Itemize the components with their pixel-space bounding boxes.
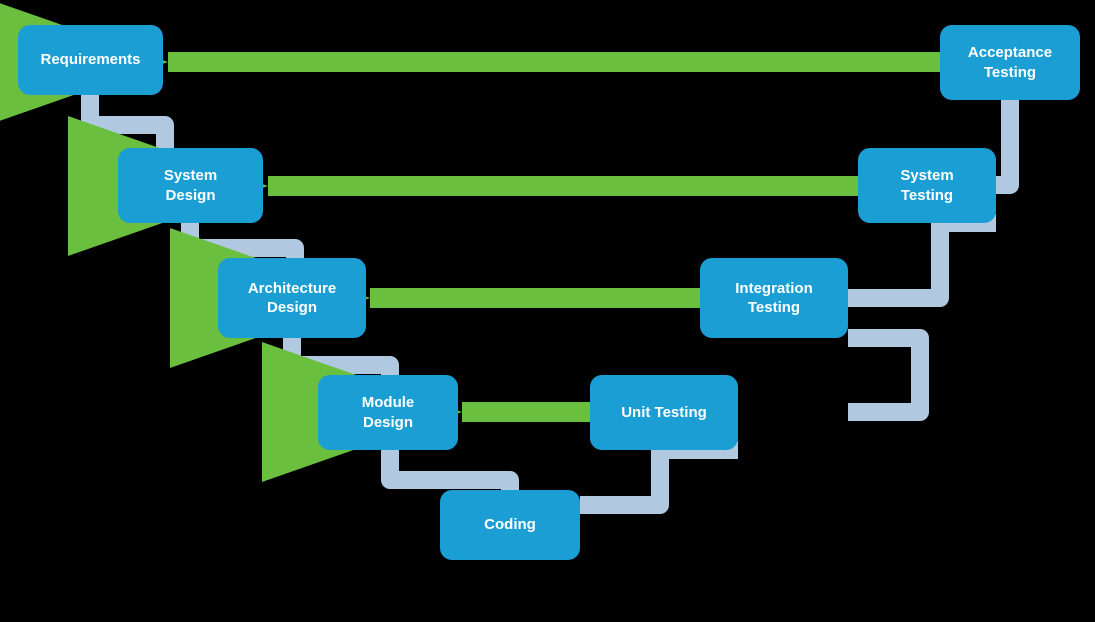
v-model-diagram: Requirements SystemDesign ArchitectureDe… — [0, 0, 1095, 622]
unit-testing-box: Unit Testing — [590, 375, 738, 450]
system-design-box: SystemDesign — [118, 148, 263, 223]
system-testing-box: SystemTesting — [858, 148, 996, 223]
acceptance-testing-box: AcceptanceTesting — [940, 25, 1080, 100]
requirements-box: Requirements — [18, 25, 163, 95]
module-design-box: ModuleDesign — [318, 375, 458, 450]
architecture-design-box: ArchitectureDesign — [218, 258, 366, 338]
coding-box: Coding — [440, 490, 580, 560]
integration-testing-box: IntegrationTesting — [700, 258, 848, 338]
